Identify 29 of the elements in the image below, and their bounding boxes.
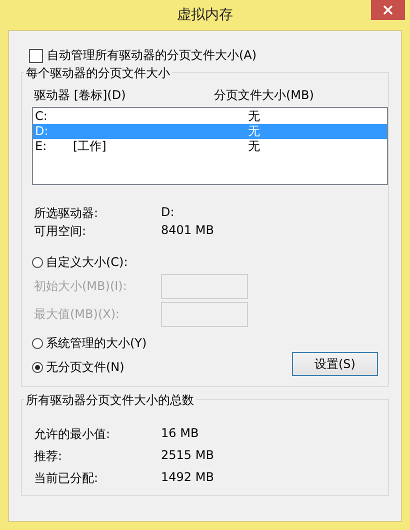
radio-option[interactable]: 系统管理的大小(Y) [32,335,147,352]
group-title: 每个驱动器的分页文件大小 [24,65,172,82]
info-value: 8401 MB [161,223,215,239]
total-label: 推荐: [34,448,64,465]
total-value: 1492 MB [161,470,215,486]
checkbox[interactable] [29,48,43,62]
group-title: 所有驱动器分页文件大小的总数 [24,392,196,409]
radio-option[interactable]: 自定义大小(C): [32,254,128,271]
total-label: 允许的最小值: [34,426,112,443]
column-header: 驱动器 [卷标](D) [34,87,127,104]
column-header: 分页文件大小(MB) [214,87,315,104]
info-value: D: [161,205,176,221]
drive-row[interactable]: C: 无 [33,109,387,124]
checkbox-label[interactable]: 自动管理所有驱动器的分页文件大小(A) [47,47,257,64]
info-label: 所选驱动器: [34,205,100,222]
drive-row[interactable]: E: [工作] 无 [33,139,387,154]
set-button[interactable]: 设置(S) [292,352,378,376]
total-value: 2515 MB [161,448,215,464]
input-field[interactable] [161,274,248,299]
field-label: 初始大小(MB)(I): [34,278,128,295]
close-button[interactable] [371,0,405,20]
close-icon [383,5,393,15]
total-value: 16 MB [161,426,200,442]
total-label: 当前已分配: [34,470,100,487]
field-label: 最大值(MB)(X): [34,306,121,323]
window-title: 虚拟内存 [177,6,233,24]
info-label: 可用空间: [34,223,88,240]
input-field[interactable] [161,302,248,327]
radio-option[interactable]: 无分页文件(N) [32,359,147,376]
